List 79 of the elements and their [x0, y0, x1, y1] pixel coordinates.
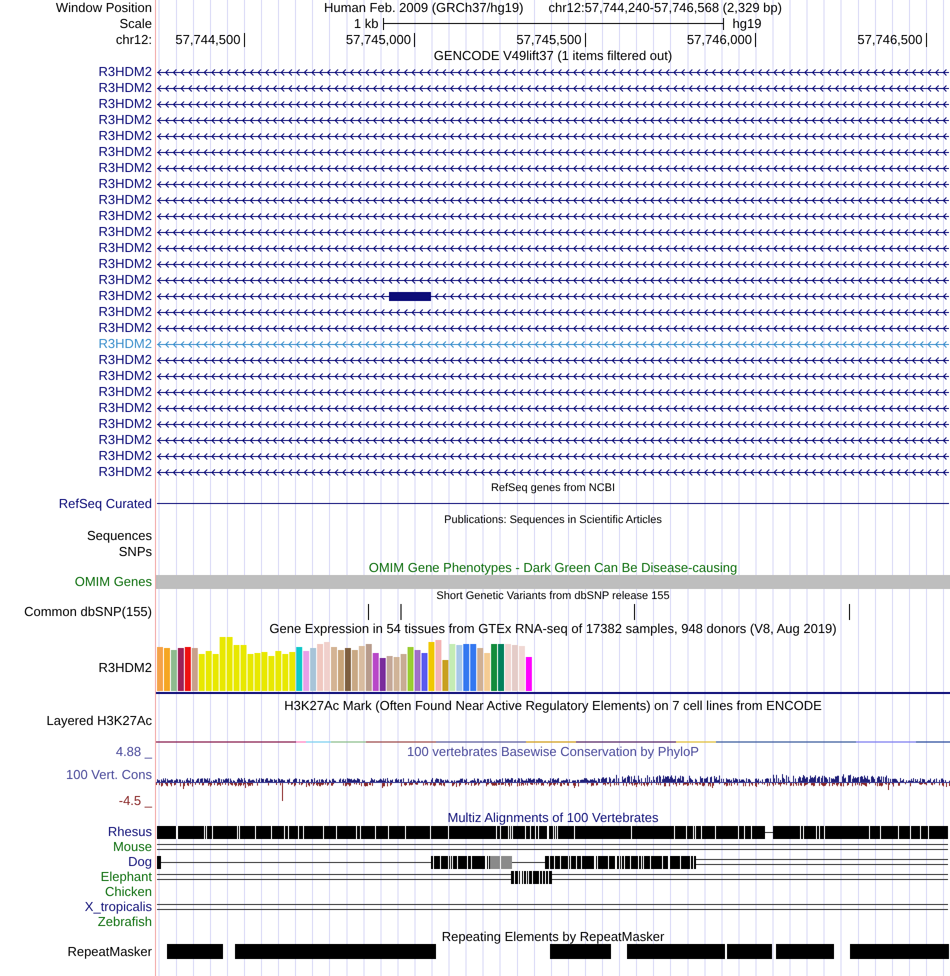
species-label[interactable]: Chicken	[105, 884, 152, 900]
ruler-label: 57,745,500	[516, 32, 582, 48]
gene-label[interactable]: R3HDM2	[98, 352, 152, 368]
database-name: hg19	[732, 16, 762, 32]
track-title: RefSeq genes from NCBI	[490, 481, 616, 496]
track-label[interactable]: OMIM Genes	[74, 574, 152, 590]
gene-label[interactable]: R3HDM2	[98, 176, 152, 192]
gene-label[interactable]: R3HDM2	[98, 96, 152, 112]
track-title: Multiz Alignments of 100 Vertebrates	[447, 810, 658, 826]
species-label[interactable]: X_tropicalis	[84, 899, 152, 915]
gene-label[interactable]: R3HDM2	[98, 368, 152, 384]
ruler-label: 57,746,500	[857, 32, 922, 48]
gene-label[interactable]: R3HDM2	[98, 208, 152, 224]
track-title: H3K27Ac Mark (Often Found Near Active Regulatory Elements) on 7 cell lines from ENCODE	[284, 698, 822, 714]
alignment-block	[511, 870, 552, 884]
track-label[interactable]: R3HDM2	[98, 660, 152, 676]
gene-label[interactable]: R3HDM2	[98, 432, 152, 448]
repeat-block	[776, 944, 834, 959]
gene-label[interactable]: R3HDM2	[98, 448, 152, 464]
ruler-label: 57,745,000	[346, 32, 411, 48]
track-title: Repeating Elements by RepeatMasker	[442, 929, 664, 945]
ruler-label: 57,744,500	[175, 32, 240, 48]
track-label[interactable]: SNPs	[118, 544, 152, 560]
species-label[interactable]: Elephant	[100, 869, 152, 885]
gene-label[interactable]: R3HDM2	[98, 256, 152, 272]
species-label[interactable]: Mouse	[112, 839, 152, 855]
track-label[interactable]: Common dbSNP(155)	[24, 604, 152, 620]
track-label[interactable]: Sequences	[86, 528, 152, 544]
track-label: Window Position	[56, 0, 152, 16]
track-title: OMIM Gene Phenotypes - Dark Green Can Be Disease-causing	[368, 560, 738, 576]
track-label[interactable]: 100 Vert. Cons	[66, 767, 152, 783]
snp-tick	[368, 604, 369, 620]
gene-label[interactable]: R3HDM2	[98, 384, 152, 400]
gene-label[interactable]: R3HDM2	[98, 128, 152, 144]
ruler-tick	[584, 33, 586, 47]
genome-position: chr12:57,744,240-57,746,568 (2,329 bp)	[548, 0, 782, 16]
snp-tick	[849, 604, 850, 620]
track-label[interactable]: RepeatMasker	[67, 944, 152, 960]
track-title: 100 vertebrates Basewise Conservation by PhyloP	[407, 744, 699, 760]
gene-label[interactable]: R3HDM2	[98, 288, 152, 304]
gene-label[interactable]: R3HDM2	[98, 320, 152, 336]
gene-label[interactable]: R3HDM2	[98, 144, 152, 160]
gene-label[interactable]: R3HDM2	[98, 272, 152, 288]
gene-label[interactable]: R3HDM2	[98, 464, 152, 480]
repeat-block	[550, 944, 611, 959]
repeat-block	[167, 944, 223, 959]
gene-label[interactable]: R3HDM2	[98, 192, 152, 208]
repeat-block	[727, 944, 772, 959]
gene-label[interactable]: R3HDM2	[98, 400, 152, 416]
assembly-name: Human Feb. 2009 (GRCh37/hg19)	[324, 0, 524, 16]
species-label[interactable]: Dog	[128, 854, 152, 870]
alignment-block	[157, 856, 161, 868]
track-title: Gene Expression in 54 tissues from GTEx RNA-seq of 17382 samples, 948 donors (V8, Aug 2019)	[269, 620, 837, 636]
track-title: Short Genetic Variants from dbSNP release 155	[436, 589, 670, 604]
species-label[interactable]: Rhesus	[108, 824, 152, 840]
track-label: Scale	[119, 16, 152, 32]
track-label: chr12:	[116, 32, 152, 48]
ruler-tick	[414, 33, 415, 47]
gene-label[interactable]: R3HDM2	[98, 336, 152, 352]
gene-label[interactable]: R3HDM2	[98, 80, 152, 96]
gene-label[interactable]: R3HDM2	[98, 416, 152, 432]
gene-label[interactable]: R3HDM2	[98, 160, 152, 176]
gene-label[interactable]: R3HDM2	[98, 64, 152, 80]
track-label[interactable]: RefSeq Curated	[58, 496, 152, 512]
axis-min-label: -4.5 _	[118, 793, 152, 809]
gene-label[interactable]: R3HDM2	[98, 224, 152, 240]
track-label[interactable]: Layered H3K27Ac	[46, 714, 152, 728]
gene-label[interactable]: R3HDM2	[98, 240, 152, 256]
ruler-tick	[755, 33, 756, 47]
snp-tick	[400, 604, 402, 620]
scale-length: 1 kb	[354, 16, 378, 32]
gene-label[interactable]: R3HDM2	[98, 304, 152, 320]
track-title: GENCODE V49lift37 (1 items filtered out)	[434, 48, 672, 64]
track-title: Publications: Sequences in Scientific Articles	[444, 513, 662, 528]
species-label[interactable]: Zebrafish	[98, 914, 152, 930]
ruler-label: 57,746,000	[686, 32, 752, 48]
snp-tick	[634, 604, 635, 620]
gene-label[interactable]: R3HDM2	[98, 112, 152, 128]
axis-max-label: 4.88 _	[116, 744, 152, 760]
